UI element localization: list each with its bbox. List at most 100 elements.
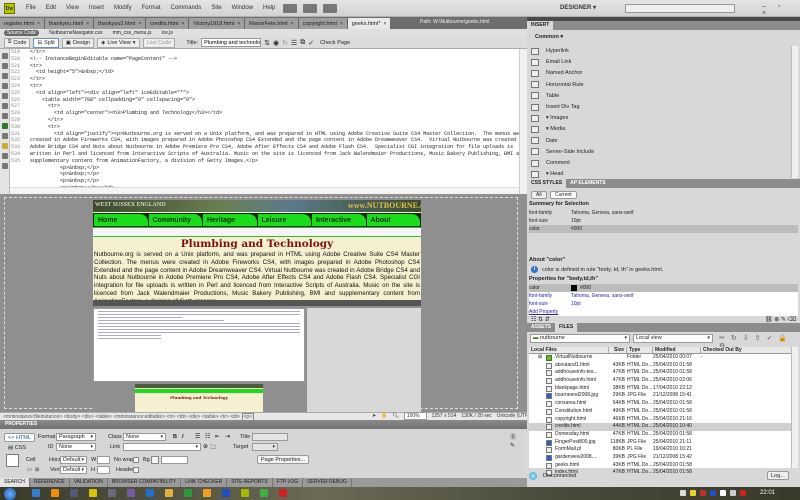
vert-select[interactable]: Default (60, 466, 87, 474)
tray-icon[interactable] (680, 490, 686, 496)
visual-aids-icon[interactable]: ⧉ (300, 39, 305, 47)
file-management-icon[interactable]: ⇅ (264, 39, 270, 47)
taskbar-acrobat-icon[interactable] (279, 489, 287, 497)
results-tab[interactable]: LINK CHECKER (181, 478, 228, 487)
col-local-files[interactable]: Local Files (529, 347, 609, 353)
taskbar-app-green-icon[interactable] (260, 489, 268, 497)
menu-site[interactable]: Site (206, 5, 226, 11)
live-view-button[interactable]: ◈ Live View ▾ (97, 37, 140, 48)
code-view-button[interactable]: ⌸ Code (4, 37, 31, 48)
menu-window[interactable]: Window (227, 5, 258, 11)
log-button[interactable]: Log... (767, 471, 789, 480)
taskbar-explorer-icon[interactable] (165, 489, 173, 497)
related-file-menu-js[interactable]: mm_css_menu.js (113, 30, 152, 36)
menu-commands[interactable]: Commands (166, 5, 207, 11)
doc-tab[interactable]: copyright.html × (298, 18, 348, 29)
bg-color-input[interactable] (161, 456, 188, 464)
source-code-button[interactable]: Source Code (4, 30, 40, 36)
width-input[interactable] (97, 456, 110, 464)
tray-icon[interactable] (700, 490, 706, 496)
taskbar-excel-icon[interactable] (184, 489, 192, 497)
taskbar-app-photoshop-icon[interactable] (146, 489, 154, 497)
property-row[interactable]: color #000 (529, 284, 798, 292)
col-size[interactable]: Size (609, 347, 627, 353)
preview-browser-icon[interactable]: ◉ (273, 39, 279, 47)
view-options-icon[interactable]: ☰ (291, 39, 297, 47)
close-icon[interactable]: × (86, 21, 89, 27)
view-select[interactable]: Local view (633, 334, 713, 343)
expand-all-icon[interactable] (2, 93, 8, 99)
site-icon[interactable] (323, 3, 338, 13)
files-scrollbar[interactable] (791, 347, 798, 468)
taskbar-app-bridge-icon[interactable] (70, 489, 78, 497)
menu-help[interactable]: Help (258, 5, 280, 11)
horz-select[interactable]: Default (60, 456, 87, 464)
page-preview[interactable]: WEST SUSSEX ENGLAND www.NUTBOURNE.org Ho… (93, 200, 421, 412)
nav-about[interactable]: About (366, 214, 420, 226)
nowrap-checkbox[interactable] (133, 457, 139, 463)
insert-item[interactable]: Comment (531, 158, 570, 168)
tab-css-styles[interactable]: CSS STYLES (527, 179, 567, 188)
html-mode-button[interactable]: <> HTML (4, 433, 35, 442)
taskbar-app-premiere-icon[interactable] (127, 489, 135, 497)
action-center-flag-icon[interactable] (720, 490, 726, 496)
close-icon[interactable]: × (37, 21, 40, 27)
insert-category-select[interactable]: Common ▾ (535, 34, 563, 40)
quick-tag-editor-icon[interactable]: ✎ (510, 442, 515, 449)
code-horizontal-scrollbar[interactable] (10, 187, 519, 194)
taskbar-dreamweaver-icon[interactable] (241, 489, 249, 497)
help-icon[interactable]: ⓪ (510, 432, 516, 441)
file-row[interactable]: addhouseinfo-tes... 47KB HTML Do... 25/0… (529, 369, 791, 377)
taskbar-app-blue-icon[interactable] (222, 489, 230, 497)
bold-button[interactable]: B (173, 434, 177, 440)
apply-comment-icon[interactable] (2, 153, 8, 159)
results-tab[interactable]: SERVER DEBUG (303, 478, 352, 487)
col-type[interactable]: Type (627, 347, 653, 353)
file-row[interactable]: ⊞ VirtualNutbourne Folder 25/04/2010 00:0… (529, 354, 791, 362)
code-editor[interactable]: </tr> <!-- InstanceBeginEditable name="Pa… (30, 49, 520, 192)
insert-item[interactable]: Table (531, 91, 559, 101)
doc-tab[interactable]: credits.html × (146, 18, 190, 29)
category-view-icon[interactable]: ☷ ⇅ ⇵ (531, 316, 550, 323)
nav-heritage[interactable]: Heritage (203, 214, 257, 226)
close-icon[interactable]: × (181, 21, 184, 27)
bg-color-picker[interactable] (151, 456, 159, 464)
workspace-switcher[interactable]: DESIGNER ▾ (560, 4, 596, 11)
css-panel-actions[interactable]: ⛓ ⊕ ✎ ⌫ (765, 316, 796, 323)
css-mode-button[interactable]: ▤ CSS (8, 445, 26, 451)
code-vertical-scrollbar[interactable] (519, 49, 527, 194)
extend-gear-icon[interactable] (303, 3, 318, 13)
col-modified[interactable]: Modified (653, 347, 701, 353)
menu-modify[interactable]: Modify (109, 5, 137, 11)
menu-view[interactable]: View (61, 5, 84, 11)
close-icon[interactable]: × (237, 21, 240, 27)
page-title-input[interactable] (201, 38, 262, 47)
indent-icon[interactable]: ⇥ (225, 433, 230, 440)
hand-tool-icon[interactable]: ✋ (381, 413, 387, 419)
tray-icon[interactable] (740, 490, 746, 496)
file-row[interactable]: credits.html 44KB HTML Do... 25/04/2010 … (529, 423, 791, 431)
page-properties-button[interactable]: Page Properties... (257, 455, 310, 464)
file-row[interactable]: gardenview2008.... 39KB JPG File 21/12/2… (529, 454, 791, 462)
file-row[interactable]: bourneend2008.jpg 29KB JPG File 21/12/20… (529, 392, 791, 400)
layout-icon[interactable] (283, 3, 298, 13)
select-tool-icon[interactable]: ➤ (372, 413, 376, 419)
remove-comment-icon[interactable] (2, 163, 8, 169)
open-documents-icon[interactable] (2, 53, 8, 59)
tab-insert[interactable]: INSERT (527, 21, 554, 30)
title-input[interactable] (252, 433, 288, 441)
class-select[interactable]: None (123, 433, 166, 441)
doc-tab[interactable]: thankyou.html × (44, 18, 95, 29)
insert-item[interactable]: Hyperlink (531, 46, 569, 56)
doc-tab[interactable]: ManorFete.html × (245, 18, 299, 29)
unordered-list-icon[interactable]: ☰ (195, 433, 200, 440)
insert-item[interactable]: Horizontal Rule (531, 80, 584, 90)
close-icon[interactable]: × (384, 21, 387, 27)
format-select[interactable]: Paragraph (56, 433, 96, 441)
merge-cells-icon[interactable]: ▭ (27, 467, 32, 473)
taskbar-app-orange-icon[interactable] (51, 489, 59, 497)
outdent-icon[interactable]: ⇤ (215, 433, 220, 440)
summary-row[interactable]: font-size 10pt (529, 217, 798, 225)
syntax-error-icon[interactable] (2, 143, 8, 149)
insert-item[interactable]: Email Link (531, 57, 571, 67)
